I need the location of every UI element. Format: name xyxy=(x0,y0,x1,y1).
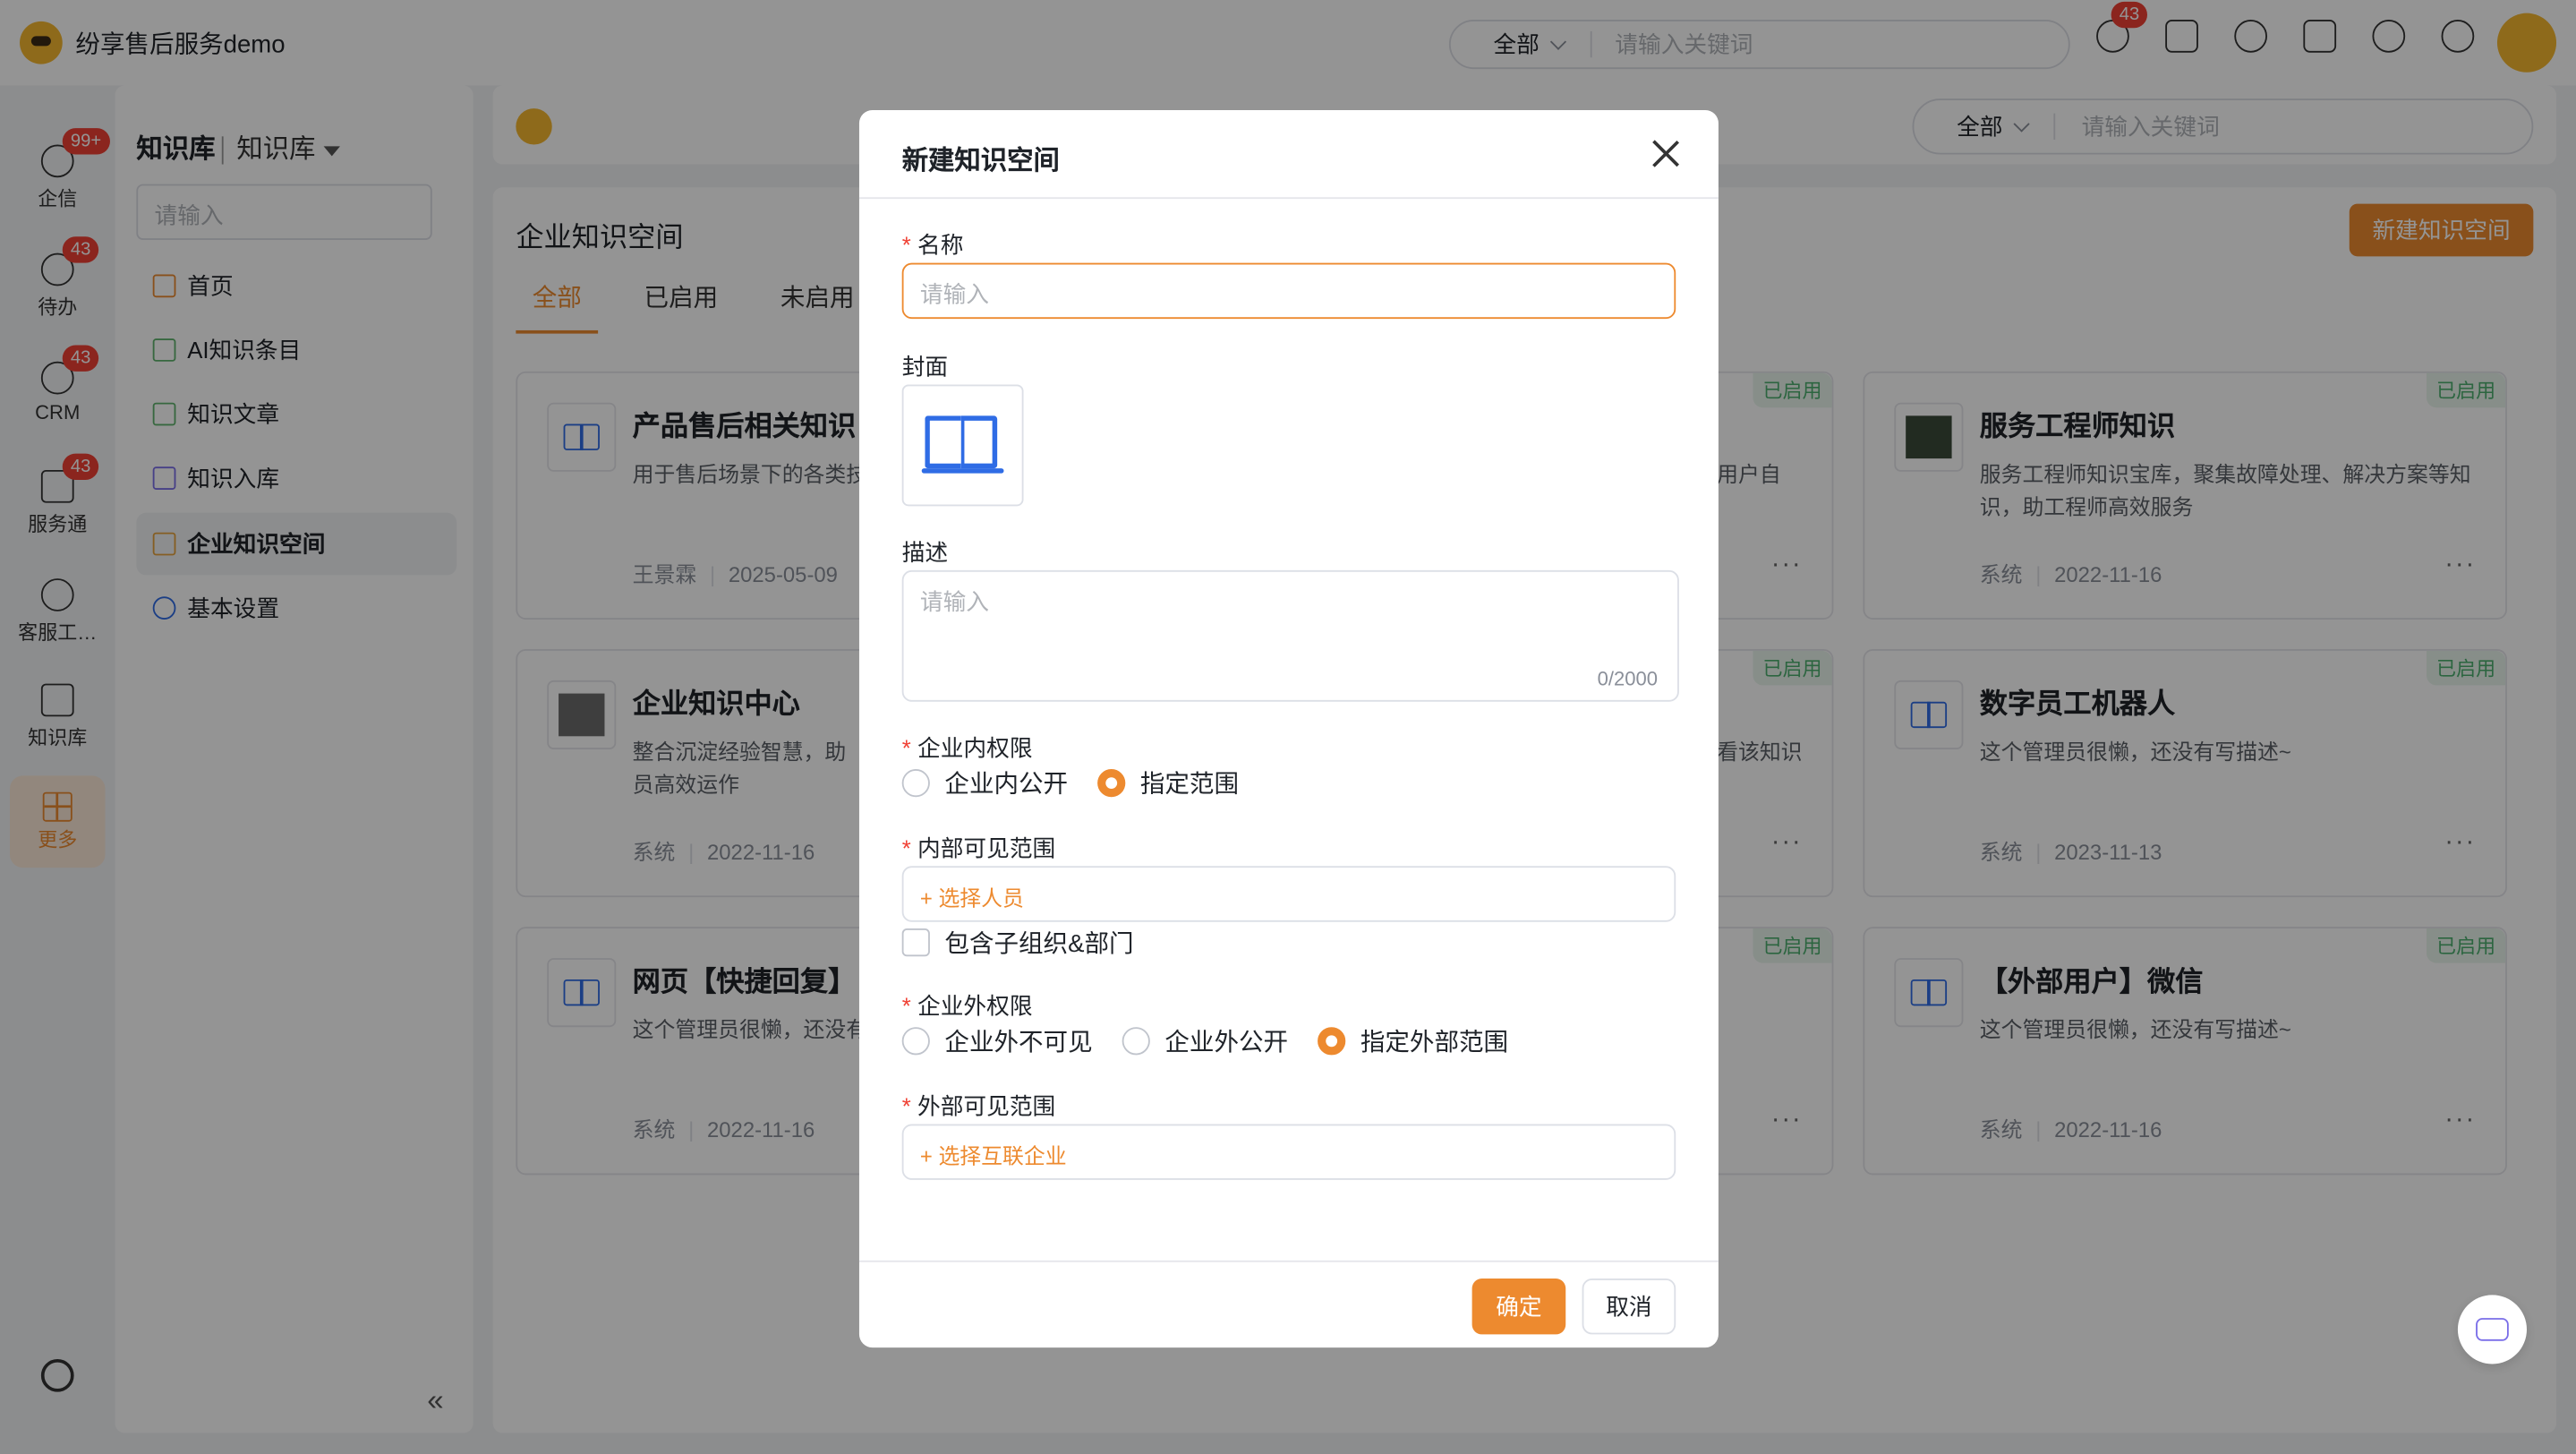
cover-picker[interactable] xyxy=(901,384,1024,507)
radio-label: 企业内公开 xyxy=(944,770,1069,800)
radio-label: 指定外部范围 xyxy=(1360,1029,1509,1057)
desc-textarea[interactable]: 请输入 0/2000 xyxy=(901,569,1679,702)
radio-label: 企业外不可见 xyxy=(944,1029,1093,1057)
cancel-button[interactable]: 取消 xyxy=(1582,1279,1676,1335)
open-book-icon xyxy=(921,413,1004,478)
radio-circle xyxy=(1122,1027,1150,1056)
internal-scope-label-text: 内部可见范围 xyxy=(917,834,1056,861)
radio-internal-scoped[interactable]: 指定范围 xyxy=(1097,765,1239,800)
required-mark: * xyxy=(901,734,911,761)
new-space-dialog: 新建知识空间 * 名称 请输入 封面 描述 请输入 0/2000 * 企业内权限 企业… xyxy=(858,109,1719,1348)
radio-external-scoped[interactable]: 指定外部范围 xyxy=(1318,1024,1508,1059)
robot-icon xyxy=(2476,1318,2509,1341)
required-mark: * xyxy=(901,834,911,861)
select-company-field[interactable]: + 选择互联企业 xyxy=(901,1124,1676,1180)
radio-label: 企业外公开 xyxy=(1164,1029,1289,1057)
name-label-text: 名称 xyxy=(917,231,964,259)
radio-external-hidden[interactable]: 企业外不可见 xyxy=(901,1024,1093,1059)
char-counter: 0/2000 xyxy=(1597,667,1659,690)
internal-perm-label-text: 企业内权限 xyxy=(917,734,1033,761)
close-icon[interactable] xyxy=(1651,138,1681,167)
radio-circle xyxy=(901,769,930,798)
ai-assistant-button[interactable] xyxy=(2457,1295,2527,1364)
dialog-header: 新建知识空间 xyxy=(858,110,1719,200)
required-mark: * xyxy=(901,992,911,1020)
desc-placeholder: 请输入 xyxy=(919,588,989,615)
external-scope-label-text: 外部可见范围 xyxy=(917,1092,1056,1119)
radio-internal-public[interactable]: 企业内公开 xyxy=(901,765,1069,800)
radio-circle-selected xyxy=(1318,1027,1346,1056)
cover-label: 封面 xyxy=(901,353,949,381)
checkbox[interactable] xyxy=(901,928,930,957)
checkbox-label: 包含子组织&部门 xyxy=(944,929,1134,959)
external-scope-label: * 外部可见范围 xyxy=(902,1090,1056,1123)
confirm-button[interactable]: 确定 xyxy=(1471,1279,1566,1335)
internal-perm-radios: 企业内公开 指定范围 xyxy=(901,765,1268,800)
select-people-field[interactable]: + 选择人员 xyxy=(901,866,1676,922)
desc-label: 描述 xyxy=(901,539,949,566)
name-input[interactable]: 请输入 xyxy=(901,262,1676,320)
external-perm-label: * 企业外权限 xyxy=(902,989,1033,1022)
radio-label: 指定范围 xyxy=(1139,770,1240,800)
name-label: * 名称 xyxy=(902,228,964,261)
required-mark: * xyxy=(901,1092,911,1119)
dialog-title: 新建知识空间 xyxy=(901,148,1060,176)
radio-circle xyxy=(901,1027,930,1056)
dialog-footer: 确定 取消 xyxy=(858,1260,1719,1347)
radio-circle-selected xyxy=(1097,769,1126,798)
external-perm-label-text: 企业外权限 xyxy=(917,992,1033,1020)
internal-scope-label: * 内部可见范围 xyxy=(902,832,1056,865)
required-mark: * xyxy=(901,231,911,259)
internal-perm-label: * 企业内权限 xyxy=(902,731,1033,765)
include-sub-checkbox[interactable]: 包含子组织&部门 xyxy=(901,925,1134,960)
external-perm-radios: 企业外不可见 企业外公开 指定外部范围 xyxy=(901,1024,1538,1059)
radio-external-public[interactable]: 企业外公开 xyxy=(1122,1024,1288,1059)
